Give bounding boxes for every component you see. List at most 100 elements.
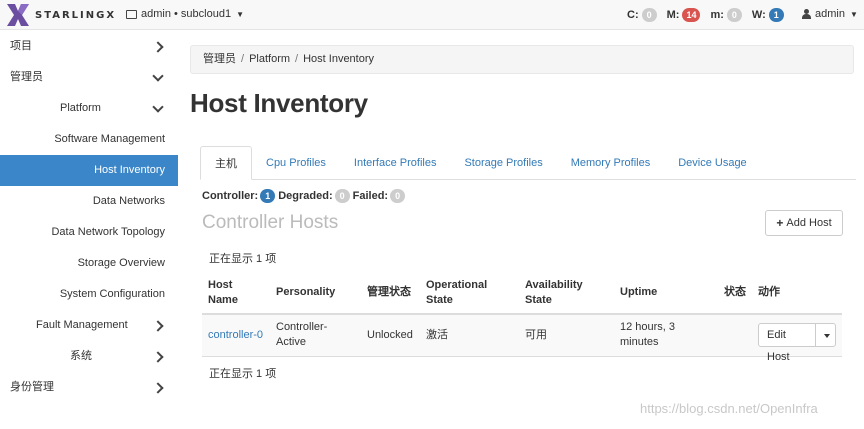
cell-uptime: 12 hours, 3 minutes xyxy=(614,314,718,357)
monitor-icon xyxy=(126,9,137,19)
alarm-minor-label: m: xyxy=(710,9,724,21)
cell-personality: Controller-Active xyxy=(270,314,361,357)
edit-host-button[interactable]: Edit Host xyxy=(759,324,816,363)
column-header-uptime[interactable]: Uptime xyxy=(614,272,718,315)
add-host-button[interactable]: + Add Host xyxy=(765,210,843,236)
breadcrumb-item-current: Host Inventory xyxy=(303,53,375,65)
user-menu-dropdown[interactable]: admin ▼ xyxy=(802,8,858,20)
sidebar-item-data-network-topology[interactable]: Data Network Topology xyxy=(0,217,178,248)
tab-bar: 主机 Cpu Profiles Interface Profiles Stora… xyxy=(200,146,856,180)
alarm-major[interactable]: M: 14 xyxy=(667,8,701,22)
degraded-count-badge: 0 xyxy=(334,189,350,203)
table-header-row: Host Name Personality 管理状态 Operational S… xyxy=(202,272,842,315)
breadcrumb-separator: / xyxy=(295,53,299,65)
sidebar-item-label: Host Inventory xyxy=(94,164,165,176)
row-actions: Edit Host xyxy=(758,323,836,363)
cell-host-name: controller-0 xyxy=(202,314,270,357)
project-context-label: admin • subcloud1 xyxy=(141,8,232,20)
caret-down-icon: ▼ xyxy=(849,9,858,19)
tab-storage-profiles[interactable]: Storage Profiles xyxy=(450,146,556,180)
sidebar-item-system[interactable]: 系统 xyxy=(0,341,178,372)
breadcrumb: 管理员 / Platform / Host Inventory xyxy=(190,45,854,74)
breadcrumb-item[interactable]: Platform xyxy=(249,53,290,65)
column-header-personality[interactable]: Personality xyxy=(270,272,361,315)
item-count-bottom: 正在显示 1 项 xyxy=(209,368,277,380)
alarm-critical[interactable]: C: 0 xyxy=(627,8,657,22)
brand-logo[interactable]: STARLINGX xyxy=(7,4,116,26)
sidebar-item-label: Software Management xyxy=(54,133,165,145)
alarm-critical-count: 0 xyxy=(641,8,657,22)
alarm-minor[interactable]: m: 0 xyxy=(710,8,742,22)
starlingx-logo-icon xyxy=(7,4,29,26)
alarm-summary: C: 0 M: 14 m: 0 W: 1 xyxy=(627,8,794,22)
alarm-critical-label: C: xyxy=(627,9,639,21)
column-header-status: 状态 xyxy=(718,272,752,315)
sidebar-item-platform[interactable]: Platform xyxy=(0,93,178,124)
controller-count-badge: 1 xyxy=(260,189,276,203)
column-header-host-name[interactable]: Host Name xyxy=(202,272,270,315)
tab-hosts[interactable]: 主机 xyxy=(200,146,252,180)
sidebar-item-storage-overview[interactable]: Storage Overview xyxy=(0,248,178,279)
section-title: Controller Hosts xyxy=(202,212,339,233)
chevron-down-icon xyxy=(152,93,164,124)
cell-admin-state: Unlocked xyxy=(361,314,420,357)
brand-text: STARLINGX xyxy=(35,9,117,21)
sidebar-item-host-inventory[interactable]: Host Inventory xyxy=(0,155,178,186)
sidebar-item-project[interactable]: 项目 xyxy=(0,31,178,62)
controller-summary-label: Controller: xyxy=(202,190,259,202)
column-header-operational-state[interactable]: Operational State xyxy=(420,272,519,315)
chevron-down-icon xyxy=(152,62,164,93)
sidebar-item-software-management[interactable]: Software Management xyxy=(0,124,178,155)
project-context-dropdown[interactable]: admin • subcloud1 ▼ xyxy=(126,8,244,20)
sidebar-item-identity[interactable]: 身份管理 xyxy=(0,372,178,403)
more-actions-dropdown-icon[interactable] xyxy=(816,324,835,346)
top-navbar: STARLINGX admin • subcloud1 ▼ C: 0 M: 14… xyxy=(0,0,864,30)
host-link[interactable]: controller-0 xyxy=(208,329,263,341)
user-name: admin xyxy=(815,8,845,20)
tab-cpu-profiles[interactable]: Cpu Profiles xyxy=(252,146,340,180)
hosts-table: Host Name Personality 管理状态 Operational S… xyxy=(202,272,842,363)
sidebar-item-data-networks[interactable]: Data Networks xyxy=(0,186,178,217)
cell-actions: Edit Host xyxy=(752,314,842,363)
add-host-label: Add Host xyxy=(786,217,832,229)
sidebar-item-label: Data Networks xyxy=(92,195,165,207)
alarm-warning[interactable]: W: 1 xyxy=(752,8,784,22)
chevron-right-icon xyxy=(152,341,164,372)
table-row: controller-0 Controller-Active Unlocked … xyxy=(202,314,842,363)
degraded-summary-label: Degraded: xyxy=(278,190,333,202)
chevron-right-icon xyxy=(152,31,164,62)
sidebar-item-label: Storage Overview xyxy=(77,257,165,269)
sidebar-item-label: 管理员 xyxy=(10,71,43,83)
column-header-admin-state[interactable]: 管理状态 xyxy=(361,272,420,315)
alarm-warning-count: 1 xyxy=(768,8,784,22)
sidebar-item-label: 项目 xyxy=(10,40,32,52)
breadcrumb-item[interactable]: 管理员 xyxy=(203,53,236,65)
caret-down-icon: ▼ xyxy=(236,9,244,19)
sidebar-item-label: 系统 xyxy=(70,350,92,362)
failed-summary-label: Failed: xyxy=(352,190,389,202)
tab-memory-profiles[interactable]: Memory Profiles xyxy=(557,146,664,180)
plus-icon: + xyxy=(776,216,784,230)
alarm-minor-count: 0 xyxy=(726,8,742,22)
tab-interface-profiles[interactable]: Interface Profiles xyxy=(340,146,451,180)
failed-count-badge: 0 xyxy=(390,189,406,203)
chevron-right-icon xyxy=(152,310,164,341)
tab-device-usage[interactable]: Device Usage xyxy=(664,146,760,180)
sidebar: 项目 管理员 Platform Software Management Host… xyxy=(0,31,178,403)
sidebar-item-label: System Configuration xyxy=(59,288,165,300)
watermark: https://blog.csdn.net/OpenInfra xyxy=(640,401,818,416)
cell-operational-state: 激活 xyxy=(420,314,519,357)
cell-availability-state: 可用 xyxy=(519,314,614,357)
sidebar-item-fault-management[interactable]: Fault Management xyxy=(0,310,178,341)
page-title: Host Inventory xyxy=(190,88,368,118)
user-icon xyxy=(802,9,811,19)
breadcrumb-separator: / xyxy=(241,53,245,65)
alarm-warning-label: W: xyxy=(751,9,766,21)
sidebar-item-label: Data Network Topology xyxy=(51,226,165,238)
sidebar-item-system-configuration[interactable]: System Configuration xyxy=(0,279,178,310)
chevron-right-icon xyxy=(152,372,164,403)
column-header-availability-state[interactable]: Availability State xyxy=(519,272,614,315)
alarm-major-count: 14 xyxy=(682,8,701,22)
sidebar-item-label: Platform xyxy=(60,102,101,114)
sidebar-item-admin[interactable]: 管理员 xyxy=(0,62,178,93)
